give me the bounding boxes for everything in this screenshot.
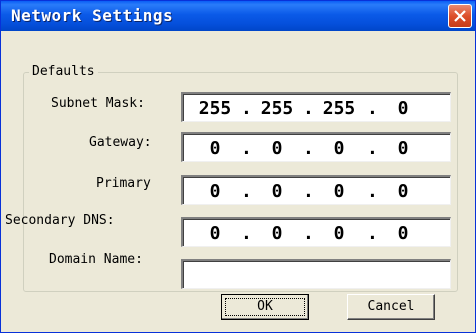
network-settings-dialog: Network Settings Defaults Subnet Mask: 2… bbox=[0, 0, 476, 333]
primary-dns-octet-3[interactable]: 0 bbox=[315, 181, 363, 202]
primary-dns-label: Primary bbox=[96, 176, 151, 191]
subnet-mask-octet-3[interactable]: 255 bbox=[315, 98, 363, 119]
subnet-mask-label: Subnet Mask: bbox=[51, 96, 145, 111]
primary-dns-octet-1[interactable]: 0 bbox=[191, 181, 239, 202]
window-title: Network Settings bbox=[11, 6, 174, 25]
octet-separator: . bbox=[241, 98, 252, 119]
gateway-octet-1[interactable]: 0 bbox=[191, 138, 239, 159]
gateway-octet-3[interactable]: 0 bbox=[315, 138, 363, 159]
octet-separator: . bbox=[367, 223, 378, 244]
subnet-mask-octet-2[interactable]: 255 bbox=[253, 98, 301, 119]
primary-dns-field[interactable]: 0 . 0 . 0 . 0 bbox=[181, 175, 451, 205]
octet-separator: . bbox=[241, 181, 252, 202]
octet-separator: . bbox=[367, 98, 378, 119]
octet-separator: . bbox=[303, 98, 314, 119]
octet-separator: . bbox=[241, 223, 252, 244]
title-bar[interactable]: Network Settings bbox=[1, 1, 475, 31]
ok-button[interactable]: OK bbox=[221, 294, 309, 320]
primary-dns-octet-4[interactable]: 0 bbox=[379, 181, 427, 202]
secondary-dns-label: Secondary DNS: bbox=[5, 213, 115, 228]
octet-separator: . bbox=[241, 138, 252, 159]
octet-separator: . bbox=[303, 138, 314, 159]
cancel-button[interactable]: Cancel bbox=[347, 294, 435, 320]
octet-separator: . bbox=[303, 181, 314, 202]
octet-separator: . bbox=[367, 138, 378, 159]
gateway-label: Gateway: bbox=[89, 135, 152, 150]
secondary-dns-octet-3[interactable]: 0 bbox=[315, 223, 363, 244]
secondary-dns-octet-2[interactable]: 0 bbox=[253, 223, 301, 244]
secondary-dns-octet-4[interactable]: 0 bbox=[379, 223, 427, 244]
defaults-group-label: Defaults bbox=[29, 64, 98, 79]
secondary-dns-octet-1[interactable]: 0 bbox=[191, 223, 239, 244]
subnet-mask-field[interactable]: 255 . 255 . 255 . 0 bbox=[181, 92, 451, 122]
octet-separator: . bbox=[303, 223, 314, 244]
gateway-octet-4[interactable]: 0 bbox=[379, 138, 427, 159]
ok-button-label: OK bbox=[257, 299, 273, 314]
close-button[interactable] bbox=[448, 4, 472, 28]
octet-separator: . bbox=[367, 181, 378, 202]
domain-name-label: Domain Name: bbox=[49, 252, 143, 267]
primary-dns-octet-2[interactable]: 0 bbox=[253, 181, 301, 202]
subnet-mask-octet-1[interactable]: 255 bbox=[191, 98, 239, 119]
close-icon bbox=[454, 10, 466, 22]
domain-name-input[interactable] bbox=[181, 259, 451, 289]
secondary-dns-field[interactable]: 0 . 0 . 0 . 0 bbox=[181, 217, 451, 247]
gateway-octet-2[interactable]: 0 bbox=[253, 138, 301, 159]
subnet-mask-octet-4[interactable]: 0 bbox=[379, 98, 427, 119]
cancel-button-label: Cancel bbox=[367, 299, 415, 314]
gateway-field[interactable]: 0 . 0 . 0 . 0 bbox=[181, 132, 451, 162]
